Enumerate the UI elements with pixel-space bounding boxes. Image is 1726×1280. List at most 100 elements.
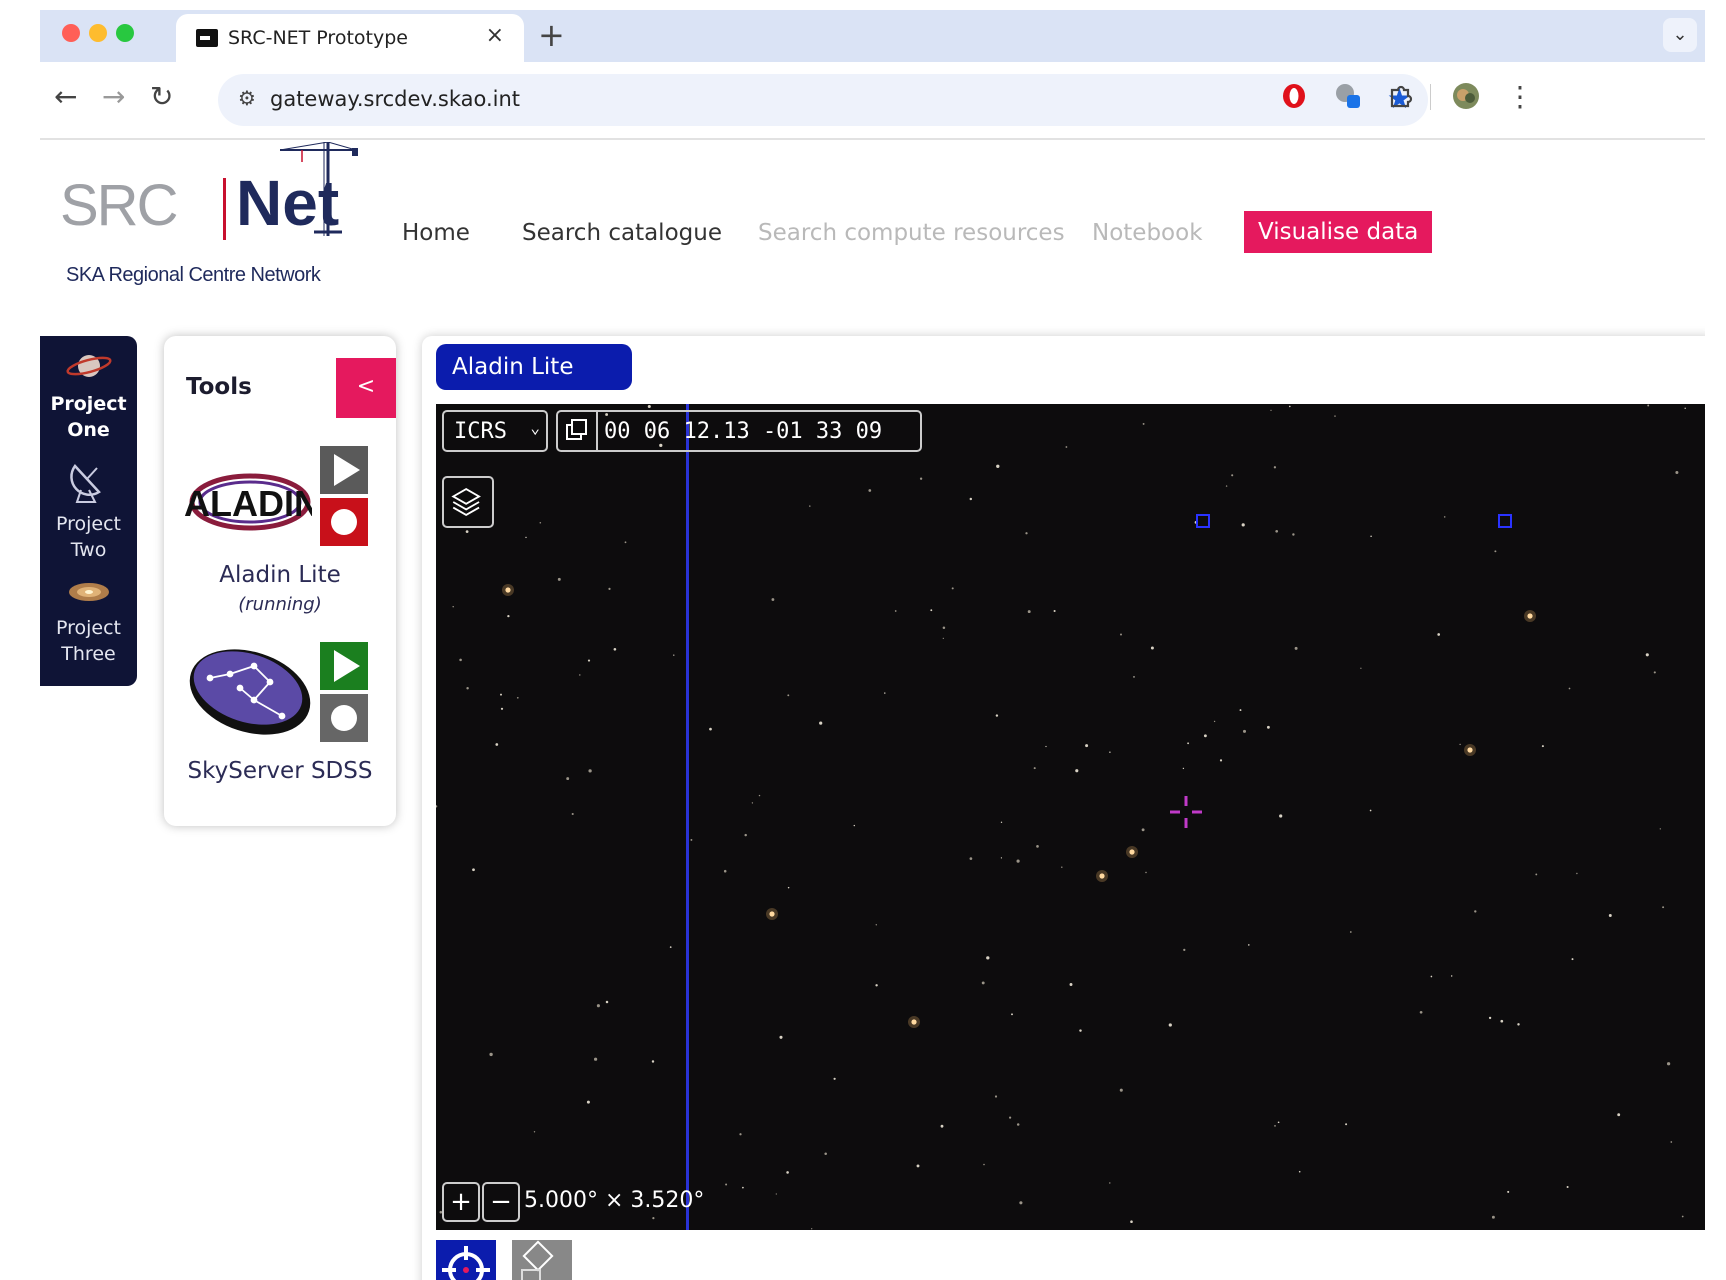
crosshair-target-button[interactable]: [436, 1240, 496, 1280]
star: [744, 833, 747, 837]
star: [986, 956, 990, 960]
skyserver-stop-button[interactable]: [320, 694, 368, 742]
nav-notebook[interactable]: Notebook: [1092, 220, 1203, 246]
star: [1142, 422, 1145, 425]
coordinate-frame-select[interactable]: ICRS: [442, 408, 548, 452]
star: [1219, 759, 1223, 762]
star: [819, 721, 823, 725]
star: [1053, 609, 1056, 613]
star: [1168, 1023, 1172, 1027]
star: [1517, 1023, 1520, 1026]
maximize-window-button[interactable]: [116, 24, 134, 42]
star: [495, 743, 499, 746]
star: [673, 654, 675, 656]
coordinates-text: 00 06 12.13 -01 33 09: [604, 419, 883, 444]
logo-divider: [223, 178, 226, 240]
viewer-panel: Aladin Lite ICRS 00 06 12.13 -01 33 09: [422, 336, 1705, 1280]
url-text[interactable]: gateway.srcdev.skao.int: [270, 87, 520, 111]
bright-star: [1129, 849, 1135, 855]
chat-extension-icon[interactable]: [1334, 82, 1362, 110]
sky-viewer-canvas[interactable]: ICRS 00 06 12.13 -01 33 09: [436, 404, 1705, 1230]
catalog-source-marker[interactable]: [1498, 514, 1512, 528]
discovery-tool-button[interactable]: [512, 1240, 572, 1280]
layers-icon[interactable]: [442, 476, 494, 528]
extensions-puzzle-icon[interactable]: [1386, 82, 1414, 110]
site-settings-icon[interactable]: ⚙: [238, 86, 256, 110]
grid-line: [686, 404, 689, 1230]
aladin-start-button[interactable]: [320, 446, 368, 494]
sidebar-item-project-two[interactable]: Project Two: [40, 460, 137, 563]
aladin-stop-button[interactable]: [320, 498, 368, 546]
star: [1133, 676, 1135, 678]
nav-search-catalogue[interactable]: Search catalogue: [522, 220, 722, 246]
star: [787, 694, 790, 697]
reload-button[interactable]: ↻: [150, 80, 173, 113]
star: [1443, 516, 1446, 518]
browser-tab[interactable]: SRC-NET Prototype ×: [176, 14, 524, 62]
star: [1292, 533, 1295, 536]
tab-close-icon[interactable]: ×: [486, 23, 504, 48]
star: [1294, 646, 1298, 650]
star: [669, 946, 672, 948]
collapse-tools-button[interactable]: <: [336, 358, 396, 418]
minimize-window-button[interactable]: [89, 24, 107, 42]
star: [1000, 857, 1003, 859]
star: [779, 1035, 783, 1039]
projects-sidebar: Project One Project Two Project Three: [40, 336, 137, 686]
forward-button[interactable]: →: [102, 80, 125, 113]
saturn-icon: [65, 355, 112, 377]
tab-aladin-lite[interactable]: Aladin Lite: [436, 344, 632, 390]
star: [586, 1100, 590, 1104]
project-label-line2: Three: [61, 643, 116, 665]
tab-search-button[interactable]: ⌄: [1663, 18, 1697, 52]
star: [809, 505, 811, 507]
star: [1666, 1062, 1671, 1066]
star: [1491, 1215, 1495, 1219]
star: [930, 609, 933, 612]
star: [1659, 828, 1661, 830]
aladin-logo[interactable]: ALADIN: [182, 466, 312, 540]
browser-menu-icon[interactable]: ⋮: [1506, 80, 1534, 113]
star: [1450, 975, 1453, 977]
star: [1145, 871, 1147, 874]
star: [739, 1133, 742, 1136]
opera-extension-icon[interactable]: [1280, 82, 1308, 110]
star: [566, 777, 570, 781]
star: [811, 1228, 813, 1230]
star: [1571, 958, 1574, 961]
star: [500, 707, 504, 710]
star: [1000, 821, 1003, 823]
profile-avatar-icon[interactable]: [1452, 82, 1480, 110]
star: [1061, 866, 1063, 868]
catalog-source-marker[interactable]: [1196, 514, 1210, 528]
zoom-out-button[interactable]: −: [482, 1182, 520, 1222]
new-tab-button[interactable]: +: [538, 16, 565, 54]
nav-search-compute-resources[interactable]: Search compute resources: [758, 220, 1065, 246]
star: [994, 1095, 998, 1098]
star: [436, 805, 438, 808]
back-button[interactable]: ←: [54, 80, 77, 113]
nav-visualise-data[interactable]: Visualise data: [1244, 211, 1433, 253]
star: [1349, 931, 1352, 933]
sidebar-item-project-three[interactable]: Project Three: [40, 576, 137, 667]
star: [579, 674, 581, 676]
skyserver-start-button[interactable]: [320, 642, 368, 690]
star: [1016, 1123, 1020, 1126]
copy-icon[interactable]: [558, 412, 598, 450]
star: [1016, 859, 1020, 863]
address-bar[interactable]: ⚙ gateway.srcdev.skao.int ★: [218, 74, 1428, 126]
star: [1684, 407, 1686, 410]
star: [1241, 523, 1245, 527]
star: [775, 1193, 777, 1195]
sidebar-item-project-one[interactable]: Project One: [40, 348, 137, 443]
zoom-in-button[interactable]: +: [442, 1182, 480, 1222]
nav-home[interactable]: Home: [402, 220, 470, 246]
close-window-button[interactable]: [62, 24, 80, 42]
skyserver-logo[interactable]: [184, 644, 318, 740]
star: [868, 489, 872, 492]
coordinates-field[interactable]: 00 06 12.13 -01 33 09: [556, 410, 922, 452]
browser-window: SRC-NET Prototype × + ⌄ ← → ↻ ⚙ gateway.…: [40, 10, 1705, 1280]
star: [500, 693, 502, 696]
logo-src-text: SRC: [60, 173, 178, 238]
star: [459, 658, 462, 662]
